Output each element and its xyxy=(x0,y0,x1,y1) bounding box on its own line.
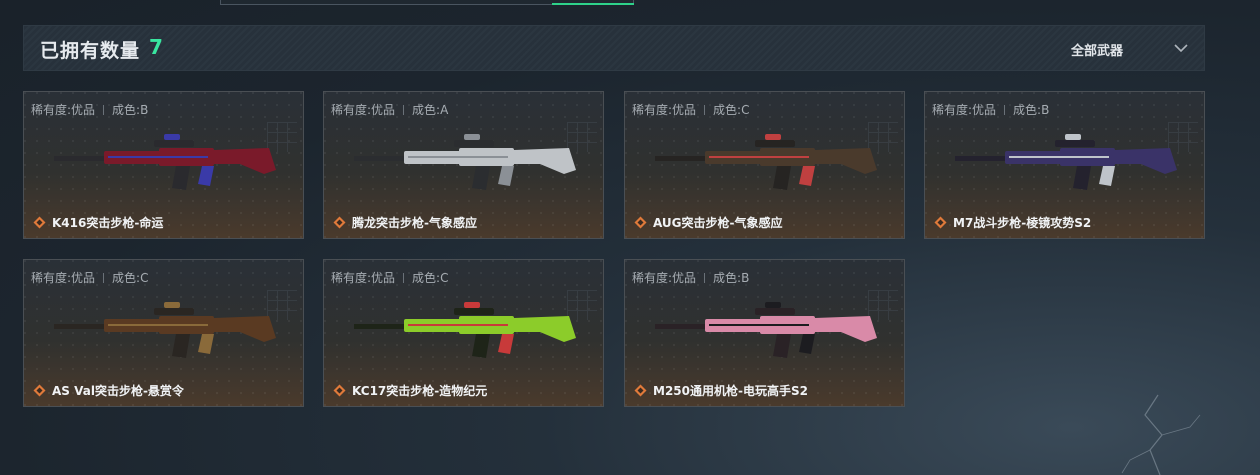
rarity-diamond-icon xyxy=(634,216,647,229)
rarity-diamond-icon xyxy=(333,384,346,397)
weapon-card[interactable]: 稀有度:优品 成色:C AS Val突击步枪-悬赏令 xyxy=(23,259,304,407)
condition-label: 成色:B xyxy=(112,103,149,117)
condition-label: 成色:B xyxy=(713,271,750,285)
condition-label: 成色:C xyxy=(412,271,449,285)
weapon-card[interactable]: 稀有度:优品 成色:C KC17突击步枪-造物纪元 xyxy=(323,259,604,407)
rarity-diamond-icon xyxy=(33,216,46,229)
chevron-down-icon[interactable] xyxy=(1171,38,1191,58)
condition-label: 成色:A xyxy=(412,103,449,117)
rarity-label: 稀有度:优品 xyxy=(632,103,697,117)
weapon-card[interactable]: 稀有度:优品 成色:A 腾龙突击步枪-气象感应 xyxy=(323,91,604,239)
weapon-image xyxy=(54,134,276,190)
rarity-diamond-icon xyxy=(333,216,346,229)
weapon-name: 腾龙突击步枪-气象感应 xyxy=(352,216,477,230)
weapon-card[interactable]: 稀有度:优品 成色:B M7战斗步枪-棱镜攻势S2 xyxy=(924,91,1205,239)
weapon-name: KC17突击步枪-造物纪元 xyxy=(352,384,488,398)
weapon-image xyxy=(655,134,877,190)
weapon-name: M250通用机枪-电玩高手S2 xyxy=(653,384,808,398)
rarity-diamond-icon xyxy=(934,216,947,229)
divider xyxy=(1004,104,1006,115)
top-bar xyxy=(0,0,1260,12)
weapon-card[interactable]: 稀有度:优品 成色:C AUG突击步枪-气象感应 xyxy=(624,91,905,239)
rarity-label: 稀有度:优品 xyxy=(932,103,997,117)
weapon-card[interactable]: 稀有度:优品 成色:B K416突击步枪-命运 xyxy=(23,91,304,239)
divider xyxy=(704,104,706,115)
rarity-label: 稀有度:优品 xyxy=(331,103,396,117)
search-accent xyxy=(552,3,634,5)
condition-label: 成色:B xyxy=(1013,103,1050,117)
weapon-image xyxy=(354,134,576,190)
weapon-image xyxy=(655,302,877,358)
divider xyxy=(403,104,405,115)
rarity-label: 稀有度:优品 xyxy=(31,271,96,285)
rarity-label: 稀有度:优品 xyxy=(31,103,96,117)
weapon-image xyxy=(354,302,576,358)
weapon-image xyxy=(54,302,276,358)
weapon-name: K416突击步枪-命运 xyxy=(52,216,164,230)
rarity-diamond-icon xyxy=(634,384,647,397)
condition-label: 成色:C xyxy=(112,271,149,285)
owned-count-value: 7 xyxy=(149,35,163,59)
rarity-label: 稀有度:优品 xyxy=(632,271,697,285)
divider xyxy=(403,272,405,283)
weapon-name: AS Val突击步枪-悬赏令 xyxy=(52,384,184,398)
background-lightning xyxy=(1121,394,1201,475)
divider xyxy=(103,104,105,115)
rarity-diamond-icon xyxy=(33,384,46,397)
condition-label: 成色:C xyxy=(713,103,750,117)
weapon-image xyxy=(955,134,1177,190)
owned-count-label: 已拥有数量 xyxy=(40,40,141,62)
weapon-filter-dropdown[interactable]: 全部武器 xyxy=(1071,40,1123,59)
weapon-card[interactable]: 稀有度:优品 成色:B M250通用机枪-电玩高手S2 xyxy=(624,259,905,407)
inventory-header: 已拥有数量 7 全部武器 xyxy=(23,25,1205,71)
divider xyxy=(103,272,105,283)
divider xyxy=(704,272,706,283)
weapon-name: AUG突击步枪-气象感应 xyxy=(653,216,783,230)
rarity-label: 稀有度:优品 xyxy=(331,271,396,285)
weapon-name: M7战斗步枪-棱镜攻势S2 xyxy=(953,216,1092,230)
